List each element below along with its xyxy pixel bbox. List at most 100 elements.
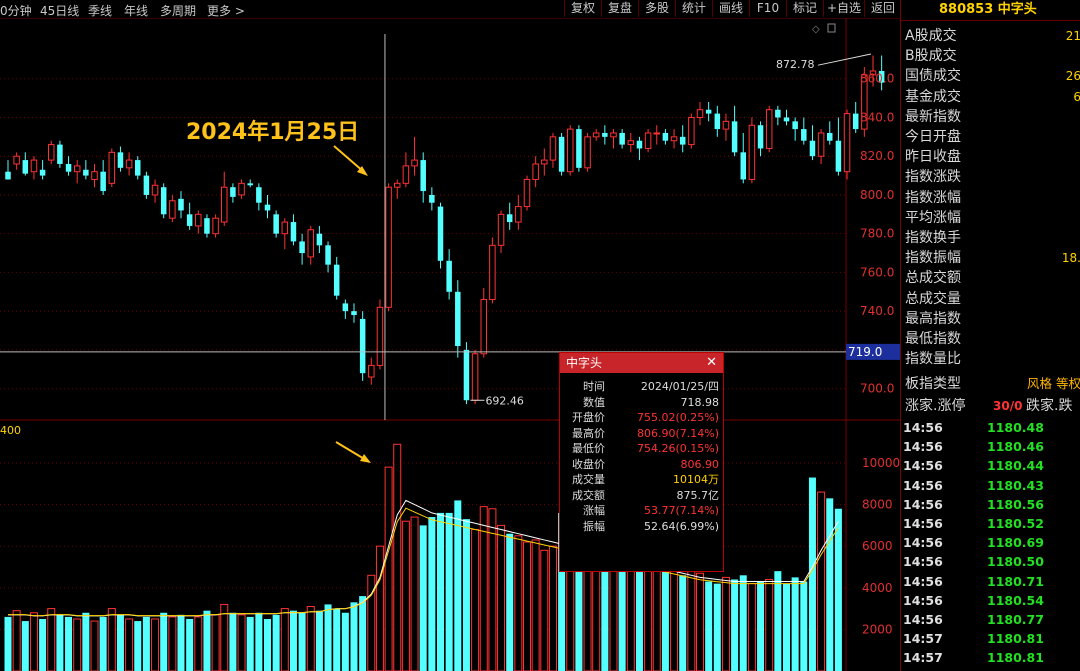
replay-button[interactable]: 复盘 — [601, 0, 638, 17]
candle-body — [731, 121, 738, 153]
volume-bar — [21, 621, 29, 671]
popup-title-bar[interactable]: 中字头 ✕ — [560, 353, 723, 373]
volume-bar — [350, 602, 358, 671]
tick-price: 1180.56 — [987, 496, 1044, 512]
candle-body — [644, 132, 652, 149]
candle-body — [446, 260, 452, 292]
price-tick-label: 780.0 — [860, 227, 894, 241]
kline-chart[interactable]: 860.0840.0820.0800.0780.0760.0740.0720.0… — [0, 18, 900, 671]
volume-bar — [548, 545, 557, 671]
multi-stock-button[interactable]: 多股 — [638, 0, 675, 17]
tick-row[interactable]: 14:56 1180.48 — [901, 418, 1080, 437]
min-price-label: 692.46 — [485, 394, 524, 407]
volume-bar — [134, 621, 142, 671]
volume-bar — [359, 596, 367, 671]
tick-time: 14:56 — [903, 554, 943, 570]
candle-body — [471, 353, 479, 401]
popup-value: 2024/01/25/四 — [640, 380, 719, 393]
tick-row[interactable]: 14:56 1180.54 — [901, 591, 1080, 610]
candle-body — [91, 171, 98, 180]
tick-row[interactable]: 14:56 1180.77 — [901, 610, 1080, 629]
info-label: 今日开盘 — [905, 129, 961, 145]
candle-body — [817, 132, 825, 157]
candle-body — [506, 214, 513, 223]
tick-row[interactable]: 14:56 1180.46 — [901, 437, 1080, 456]
volume-bar — [765, 578, 774, 671]
close-icon[interactable]: ✕ — [706, 353, 717, 373]
popup-label: 收盘价 — [572, 457, 605, 471]
tick-row[interactable]: 14:57 1180.81 — [901, 629, 1080, 648]
candle-body — [204, 218, 210, 234]
volume-bar — [168, 616, 177, 671]
volume-bar — [540, 549, 549, 671]
popup-label: 成交额 — [572, 488, 605, 502]
volume-bar — [324, 604, 332, 671]
volume-bar — [107, 608, 116, 671]
candle-body — [567, 128, 574, 173]
tick-price: 1180.46 — [987, 439, 1044, 455]
tick-price: 1180.48 — [987, 420, 1044, 435]
volume-bar — [791, 577, 799, 671]
candle-body — [160, 187, 167, 215]
volume-bar — [99, 616, 107, 671]
tick-row[interactable]: 14:56 1180.69 — [901, 533, 1080, 552]
volume-bar — [747, 583, 756, 671]
candle-body — [299, 241, 305, 254]
tick-row[interactable]: 14:56 1180.50 — [901, 552, 1080, 571]
candle-body — [151, 184, 159, 196]
data-popup[interactable]: 中字头 ✕ 时间 2024/01/25/四 数值 718.98 开盘价 755.02(0.… — [559, 352, 724, 572]
period-tab-year[interactable]: 年线 — [124, 2, 148, 19]
volume-bar — [817, 491, 826, 671]
candle-body — [714, 113, 721, 130]
add-watchlist-button[interactable]: +自选 — [823, 0, 864, 17]
tick-row[interactable]: 14:56 1180.52 — [901, 514, 1080, 533]
volume-bar — [237, 614, 246, 671]
multi-period-button[interactable]: 多周期 — [160, 2, 196, 19]
popup-value: 875.7亿 — [676, 488, 720, 502]
mark-button[interactable]: 标记 — [786, 0, 823, 17]
tick-time: 14:56 — [903, 573, 943, 589]
draw-line-button[interactable]: 画线 — [712, 0, 749, 17]
statistics-button[interactable]: 统计 — [675, 0, 712, 17]
period-tab-minutes[interactable]: 0分钟 — [0, 2, 32, 19]
volume-bar — [731, 579, 739, 671]
candle-body — [420, 160, 426, 192]
popup-label: 最低价 — [572, 442, 605, 455]
f10-button[interactable]: F10 — [749, 0, 786, 17]
candle-body — [117, 152, 124, 168]
candle-body — [238, 182, 245, 196]
tick-row[interactable]: 14:56 1180.71 — [901, 572, 1080, 591]
candle-body — [792, 121, 798, 130]
tick-row[interactable]: 14:56 1180.43 — [901, 476, 1080, 495]
tick-price: 1180.69 — [987, 535, 1044, 551]
candle-body — [705, 109, 712, 114]
candle-body — [402, 165, 410, 184]
volume-bar — [721, 576, 730, 671]
candle-body — [532, 163, 539, 180]
candle-body — [195, 213, 202, 227]
candle-body — [748, 124, 756, 180]
period-tab-45day[interactable]: 45日线 — [40, 2, 79, 19]
info-label: 国债成交 — [905, 68, 961, 85]
candle-body — [584, 136, 591, 169]
popup-value: 52.64(6.99%) — [643, 519, 719, 533]
popup-value: 755.02(0.25%) — [636, 411, 719, 424]
candle-body — [186, 214, 193, 226]
candle-body — [39, 169, 46, 176]
tick-row[interactable]: 14:56 1180.44 — [901, 456, 1080, 475]
back-button[interactable]: 返回 — [864, 0, 901, 17]
candle-body — [765, 109, 773, 149]
period-tab-quarter[interactable]: 季线 — [88, 2, 112, 19]
more-menu[interactable]: 更多 > — [207, 2, 245, 19]
volume-bar — [774, 571, 782, 671]
volume-bar — [652, 560, 661, 671]
volume-bar — [670, 570, 679, 671]
tick-time: 14:56 — [903, 496, 943, 512]
tick-row[interactable]: 14:57 1180.81 — [901, 648, 1080, 667]
volume-bar — [713, 583, 721, 671]
restore-rights-button[interactable]: 复权 — [564, 0, 601, 17]
info-label: 最高指数 — [905, 310, 961, 327]
tick-row[interactable]: 14:56 1180.56 — [901, 495, 1080, 514]
candle-body — [212, 217, 219, 235]
popup-label: 数值 — [583, 395, 605, 409]
